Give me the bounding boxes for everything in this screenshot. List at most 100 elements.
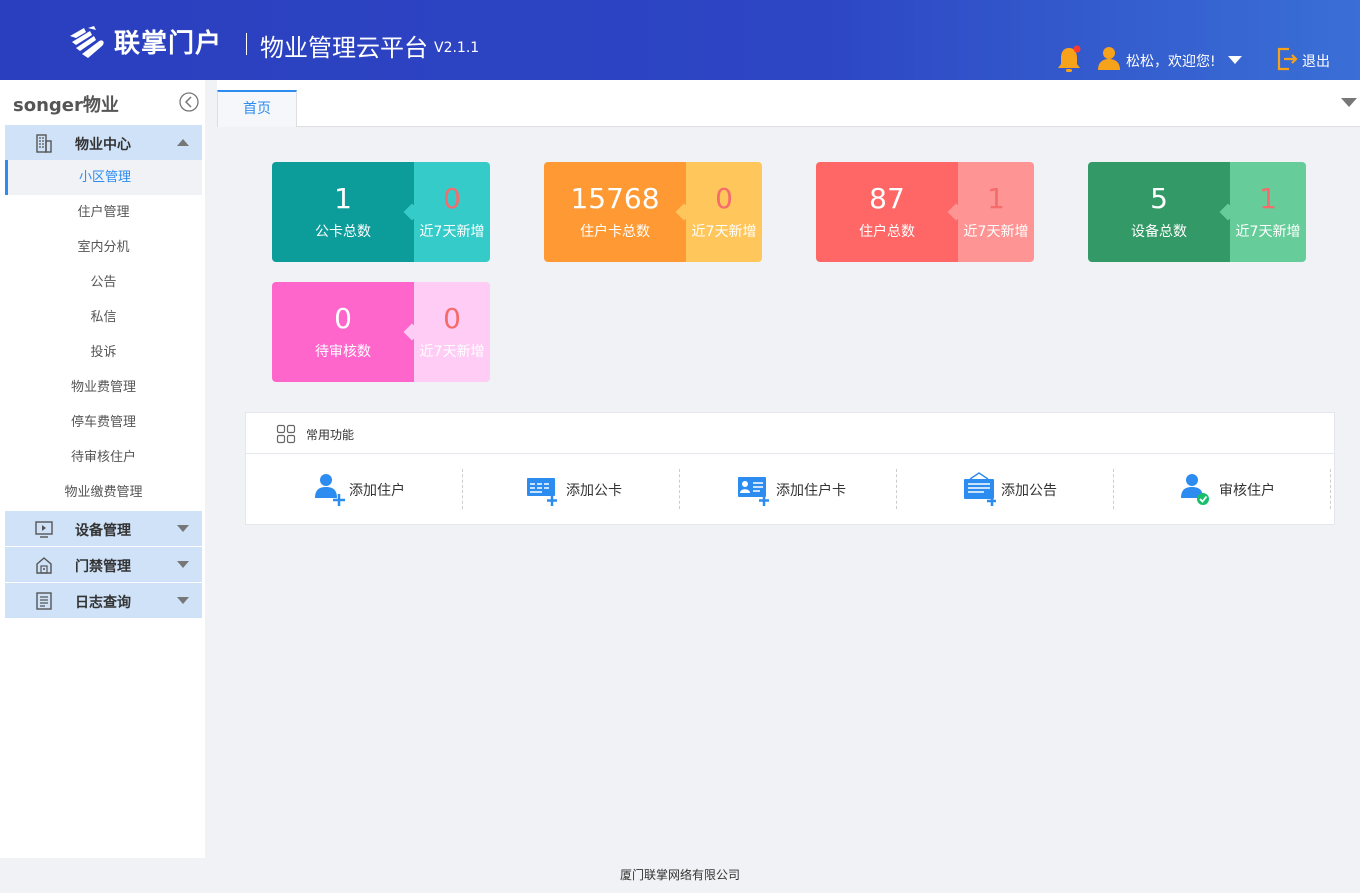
logo: 联掌门户 xyxy=(66,22,222,60)
add-resident-icon xyxy=(315,474,345,506)
stat-card-public-cards[interactable]: 1 公卡总数 0 近7天新增 xyxy=(272,162,490,262)
function-label: 添加公告 xyxy=(1001,483,1057,499)
stat-recent-label: 近7天新增 xyxy=(419,344,485,360)
stat-recent-value: 1 xyxy=(1259,182,1277,215)
sidebar-item-pending-residents[interactable]: 待审核住户 xyxy=(5,440,202,475)
sidebar-item-parking-fee[interactable]: 停车费管理 xyxy=(5,405,202,440)
tab-bar: 首页 xyxy=(217,80,1360,127)
stat-card-residents[interactable]: 87 住户总数 1 近7天新增 xyxy=(816,162,1034,262)
access-control-icon xyxy=(36,557,52,574)
header-divider xyxy=(246,33,247,55)
menu-group-label: 日志查询 xyxy=(75,595,131,611)
stat-side: 1 近7天新增 xyxy=(958,162,1034,262)
stat-value: 87 xyxy=(869,182,905,215)
stat-recent-label: 近7天新增 xyxy=(963,224,1029,240)
stat-main: 1 公卡总数 xyxy=(272,162,414,262)
stat-main: 5 设备总数 xyxy=(1088,162,1230,262)
tab-menu-chevron-down-icon[interactable] xyxy=(1341,98,1357,107)
notification-bell-icon[interactable] xyxy=(1056,45,1082,73)
sidebar-item-community[interactable]: 小区管理 xyxy=(5,160,202,195)
sidebar-item-indoor-units[interactable]: 室内分机 xyxy=(5,230,202,265)
stat-label: 住户卡总数 xyxy=(580,224,650,240)
user-menu-chevron-icon[interactable] xyxy=(1228,56,1242,64)
stat-side: 1 近7天新增 xyxy=(1230,162,1306,262)
stat-recent-value: 0 xyxy=(715,182,733,215)
logo-text: 联掌门户 xyxy=(114,28,223,59)
add-resident-card-button[interactable]: 添加住户卡 xyxy=(680,469,897,509)
stat-label: 设备总数 xyxy=(1131,224,1187,240)
version-label: V2.1.1 xyxy=(434,40,480,56)
menu-group-access-control[interactable]: 门禁管理 xyxy=(5,547,202,582)
stat-main: 87 住户总数 xyxy=(816,162,958,262)
stat-main: 15768 住户卡总数 xyxy=(544,162,686,262)
stat-card-resident-cards[interactable]: 15768 住户卡总数 0 近7天新增 xyxy=(544,162,762,262)
user-greeting[interactable]: 松松，欢迎您! xyxy=(1126,51,1216,71)
top-header: 联掌门户 物业管理云平台 V2.1.1 松松，欢迎您! 退出 xyxy=(0,0,1360,80)
sidebar-item-property-fee[interactable]: 物业费管理 xyxy=(5,370,202,405)
common-functions-header: 常用功能 xyxy=(246,413,1334,454)
stat-value: 15768 xyxy=(570,182,660,215)
chevron-down-icon xyxy=(177,525,189,532)
function-divider xyxy=(1330,469,1331,509)
building-icon xyxy=(36,134,52,153)
add-public-card-button[interactable]: 添加公卡 xyxy=(463,469,680,509)
stat-label: 待审核数 xyxy=(315,344,371,360)
review-resident-icon xyxy=(1181,474,1209,505)
add-resident-button[interactable]: 添加住户 xyxy=(246,469,463,509)
sidebar-item-messages[interactable]: 私信 xyxy=(5,300,202,335)
logout-button[interactable]: 退出 xyxy=(1302,51,1330,71)
function-label: 添加公卡 xyxy=(566,483,622,499)
function-label: 添加住户卡 xyxy=(776,483,846,499)
log-icon xyxy=(36,592,52,610)
footer-company: 厦门联掌网络有限公司 xyxy=(619,868,740,882)
stat-side: 0 近7天新增 xyxy=(414,162,490,262)
chevron-down-icon xyxy=(177,597,189,604)
stat-side: 0 近7天新增 xyxy=(414,282,490,382)
platform-title: 物业管理云平台 xyxy=(260,34,428,62)
sidebar-item-notices[interactable]: 公告 xyxy=(5,265,202,300)
stat-recent-label: 近7天新增 xyxy=(419,224,485,240)
function-label: 添加住户 xyxy=(349,483,405,499)
sidebar-item-residents[interactable]: 住户管理 xyxy=(5,195,202,230)
add-notice-icon xyxy=(964,472,996,506)
review-resident-button[interactable]: 审核住户 xyxy=(1114,469,1331,509)
sidebar: songer物业 物业中心 小区管理 住户管理 室内分机 公告 私信 投诉 物业… xyxy=(0,80,205,858)
stat-recent-value: 1 xyxy=(987,182,1005,215)
stat-side: 0 近7天新增 xyxy=(686,162,762,262)
menu-group-property-center[interactable]: 物业中心 xyxy=(5,125,202,160)
stat-recent-label: 近7天新增 xyxy=(1235,224,1301,240)
menu-group-devices[interactable]: 设备管理 xyxy=(5,511,202,546)
sidebar-item-fee-payment[interactable]: 物业缴费管理 xyxy=(5,475,202,510)
stat-value: 5 xyxy=(1150,182,1168,215)
stat-label: 住户总数 xyxy=(859,224,915,240)
grid-icon xyxy=(276,424,296,444)
menu-group-logs[interactable]: 日志查询 xyxy=(5,583,202,618)
logout-icon[interactable] xyxy=(1276,47,1298,71)
chevron-down-icon xyxy=(177,561,189,568)
stat-recent-label: 近7天新增 xyxy=(691,224,757,240)
menu-group-label: 设备管理 xyxy=(75,523,131,539)
stat-recent-value: 0 xyxy=(443,302,461,335)
tab-home[interactable]: 首页 xyxy=(217,90,297,127)
add-notice-button[interactable]: 添加公告 xyxy=(897,469,1114,509)
common-functions-title: 常用功能 xyxy=(306,428,355,442)
collapse-sidebar-icon[interactable] xyxy=(179,92,199,112)
device-icon xyxy=(35,521,53,538)
function-label: 审核住户 xyxy=(1219,483,1275,499)
chevron-up-icon xyxy=(177,139,189,146)
hand-logo-icon xyxy=(70,26,104,58)
stat-value: 1 xyxy=(334,182,352,215)
stat-main: 0 待审核数 xyxy=(272,282,414,382)
menu-group-label: 物业中心 xyxy=(75,137,131,153)
common-functions-panel: 常用功能 添加住户 添加公卡 添加住户卡 添加公告 审核住户 xyxy=(245,412,1335,525)
add-resident-card-icon xyxy=(738,477,769,506)
stat-value: 0 xyxy=(334,302,352,335)
stat-recent-value: 0 xyxy=(443,182,461,215)
stat-card-devices[interactable]: 5 设备总数 1 近7天新增 xyxy=(1088,162,1306,262)
stat-card-pending-review[interactable]: 0 待审核数 0 近7天新增 xyxy=(272,282,490,382)
add-public-card-icon xyxy=(527,478,557,506)
stat-label: 公卡总数 xyxy=(315,224,371,240)
sidebar-item-complaints[interactable]: 投诉 xyxy=(5,335,202,370)
sidebar-brand: songer物业 xyxy=(13,95,119,116)
user-avatar-icon[interactable] xyxy=(1096,45,1122,71)
